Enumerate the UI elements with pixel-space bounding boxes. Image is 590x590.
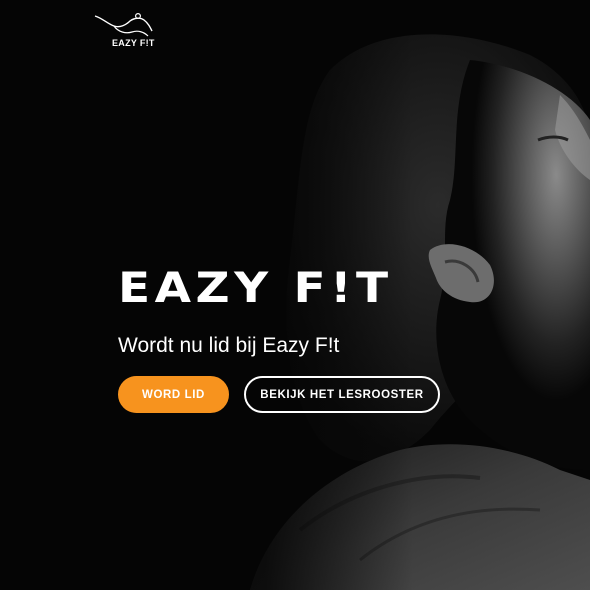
hero-subtitle: Wordt nu lid bij Eazy F!t <box>118 334 340 357</box>
hero-title: EAZY F!T <box>118 263 393 312</box>
word-lid-button[interactable]: WORD LID <box>118 376 229 413</box>
lesrooster-button[interactable]: BEKIJK HET LESROOSTER <box>244 376 440 413</box>
site-logo[interactable]: EAZY F!T <box>92 12 164 56</box>
hero-section: EAZY F!T EAZY F!T Wordt nu lid bij Eazy … <box>0 0 590 590</box>
logo-text: EAZY F!T <box>112 38 155 48</box>
flexing-athlete-icon <box>94 12 153 37</box>
